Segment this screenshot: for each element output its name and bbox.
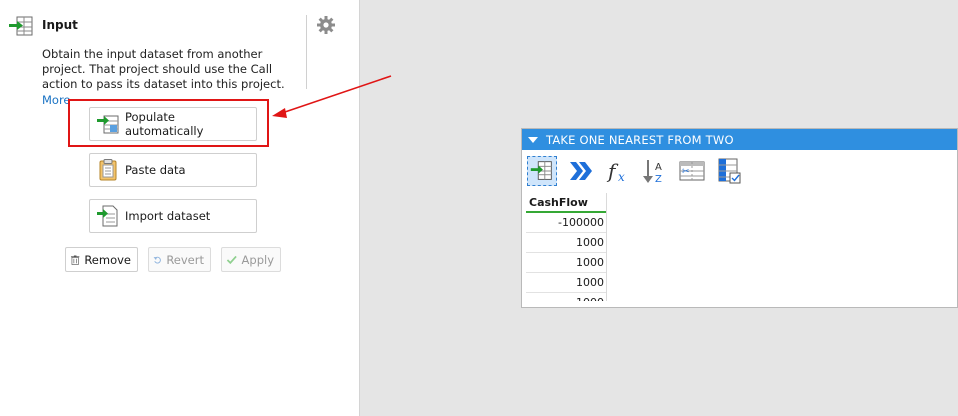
import-file-icon [97, 205, 118, 227]
svg-text:Z: Z [655, 174, 662, 185]
description-text: Obtain the input dataset from another pr… [42, 47, 285, 92]
revert-label: Revert [166, 252, 204, 267]
input-arrow-icon [9, 16, 33, 36]
paste-data-label: Paste data [125, 163, 186, 177]
populate-icon [97, 115, 119, 134]
dataset-window-title: TAKE ONE NEAREST FROM TWO [546, 132, 734, 147]
populate-automatically-label: Populate automatically [125, 110, 204, 138]
apply-button[interactable]: Apply [221, 247, 281, 272]
clipboard-icon [99, 159, 117, 181]
remove-button[interactable]: Remove [65, 247, 138, 272]
dataset-toolbar: f x A Z ✂ [522, 151, 957, 193]
split-columns-icon[interactable]: ✂ [677, 156, 707, 186]
input-panel: Input Obtain the input dataset from anot… [0, 0, 360, 416]
chevrons-icon[interactable] [565, 156, 595, 186]
import-dataset-label: Import dataset [125, 209, 211, 223]
svg-text:✂: ✂ [682, 167, 690, 177]
svg-text:x: x [618, 170, 625, 184]
table-cell[interactable]: 1000 [526, 273, 606, 293]
data-grid: CashFlow -100000 1000 1000 1000 1000 [526, 193, 607, 301]
table-cell[interactable]: 1000 [526, 293, 606, 301]
svg-text:A: A [655, 162, 662, 173]
undo-icon [153, 256, 161, 263]
column-header-cashflow[interactable]: CashFlow [526, 193, 606, 213]
table-cell[interactable]: 1000 [526, 253, 606, 273]
collapse-triangle-icon[interactable] [528, 136, 538, 143]
more-link[interactable]: More [42, 93, 71, 107]
gear-icon[interactable] [316, 15, 336, 35]
formula-icon[interactable]: f x [604, 156, 634, 186]
sort-az-icon[interactable]: A Z [640, 156, 670, 186]
paste-data-button[interactable]: Paste data [89, 153, 257, 187]
remove-label: Remove [84, 252, 131, 267]
trash-icon [70, 254, 80, 265]
dataset-window: TAKE ONE NEAREST FROM TWO f x A Z ✂ Cash… [521, 128, 958, 308]
populate-automatically-button[interactable]: Populate automatically [89, 107, 257, 141]
panel-title: Input [42, 18, 78, 32]
table-cell[interactable]: -100000 [526, 213, 606, 233]
revert-button[interactable]: Revert [148, 247, 211, 272]
apply-label: Apply [241, 252, 274, 267]
input-icon[interactable] [527, 156, 557, 186]
divider [306, 15, 307, 89]
column-select-icon[interactable] [715, 156, 745, 186]
import-dataset-button[interactable]: Import dataset [89, 199, 257, 233]
table-cell[interactable]: 1000 [526, 233, 606, 253]
dataset-window-header[interactable]: TAKE ONE NEAREST FROM TWO [522, 129, 957, 150]
checkmark-icon [226, 255, 237, 264]
